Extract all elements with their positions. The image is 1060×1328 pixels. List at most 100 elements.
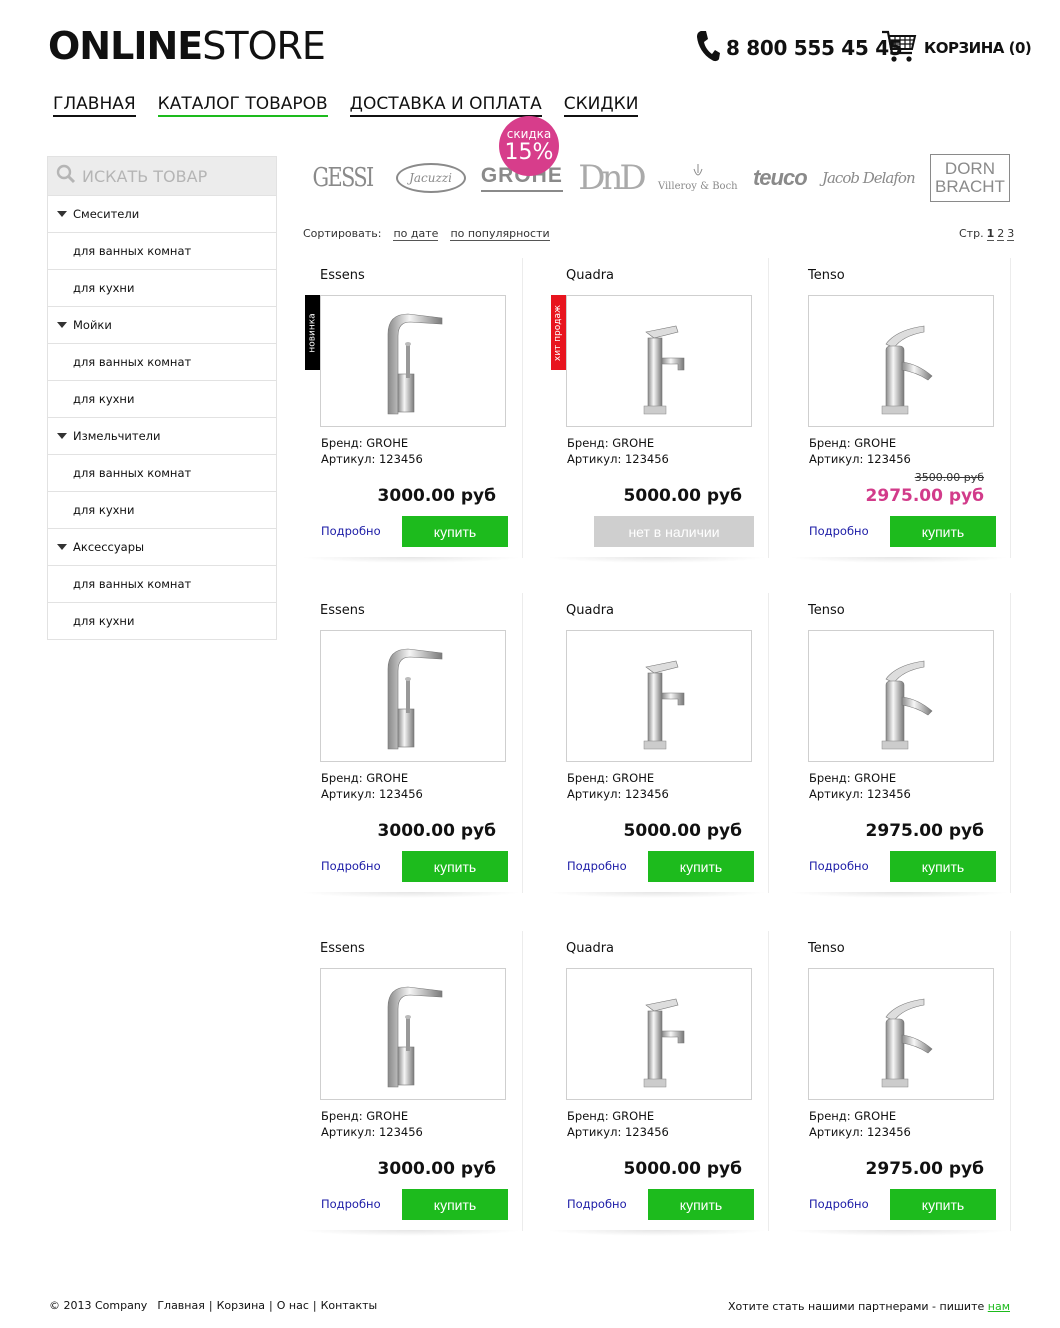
- category-grinders[interactable]: Измельчители: [48, 417, 276, 454]
- brand-logo-dnd[interactable]: DnD: [578, 158, 646, 198]
- brand-logo-teuco[interactable]: teuco: [753, 165, 808, 191]
- faucet-image: [387, 313, 443, 414]
- pagination: Стр. 1 2 3: [959, 227, 1015, 241]
- product-name[interactable]: Tenso: [808, 268, 845, 283]
- product-details-link[interactable]: Подробно: [809, 859, 869, 873]
- product-image[interactable]: [566, 968, 752, 1100]
- subcategory-item[interactable]: для ванных комнат: [48, 232, 276, 269]
- product-image[interactable]: [808, 630, 994, 762]
- product-card: Quadra хит продаж Бренд: GROHE Артикул: 123…: [546, 258, 769, 563]
- product-card: Tenso Бренд: GROHE Артикул: 123456 2975.00 …: [788, 593, 1011, 898]
- product-image[interactable]: [566, 630, 752, 762]
- product-article: Артикул: 123456: [567, 787, 669, 801]
- product-brand: Бренд: GROHE: [567, 771, 655, 785]
- page-link-1[interactable]: 1: [986, 227, 995, 241]
- buy-button[interactable]: купить: [402, 516, 508, 547]
- product-details-link[interactable]: Подробно: [321, 524, 381, 538]
- page-link-2[interactable]: 2: [997, 227, 1005, 241]
- card-divider: [768, 258, 769, 558]
- buy-button[interactable]: купить: [402, 1189, 508, 1220]
- buy-button[interactable]: купить: [890, 851, 996, 882]
- faucet-image: [881, 998, 933, 1087]
- product-image[interactable]: [320, 295, 506, 427]
- cart-button[interactable]: КОРЗИНА (0): [880, 27, 1032, 69]
- nav-item-delivery[interactable]: ДОСТАВКА И ОПЛАТА: [349, 94, 542, 117]
- search-input[interactable]: ИСКАТЬ ТОВАР: [48, 156, 276, 195]
- partner-link[interactable]: нам: [988, 1300, 1010, 1313]
- brand-logo-jacuzzi[interactable]: Jacuzzi: [395, 162, 466, 193]
- footer-link-home[interactable]: Главная: [157, 1299, 205, 1312]
- brand-logo-jacob-delafon[interactable]: Jacob Delafon: [822, 169, 916, 187]
- product-details-link[interactable]: Подробно: [321, 859, 381, 873]
- brand-logo-dornbracht[interactable]: DORN BRACHT: [929, 153, 1010, 202]
- nav-item-catalog[interactable]: КАТАЛОГ ТОВАРОВ: [157, 94, 328, 117]
- product-price: 3000.00 руб: [377, 821, 496, 841]
- product-details-link[interactable]: Подробно: [567, 859, 627, 873]
- product-meta: Бренд: GROHE Артикул: 123456: [321, 770, 423, 802]
- sort-by-popularity-link[interactable]: по популярности: [450, 227, 550, 241]
- subcategory-item[interactable]: для кухни: [48, 269, 276, 306]
- subcategory-item[interactable]: для кухни: [48, 380, 276, 417]
- category-accessories[interactable]: Аксессуары: [48, 528, 276, 565]
- product-name[interactable]: Essens: [320, 941, 365, 956]
- footer-link-cart[interactable]: Корзина: [217, 1299, 265, 1312]
- sort-by-date-link[interactable]: по дате: [393, 227, 439, 241]
- card-divider: [1010, 593, 1011, 893]
- cart-icon: [880, 27, 918, 69]
- buy-button[interactable]: купить: [890, 1189, 996, 1220]
- footer-link-contacts[interactable]: Контакты: [321, 1299, 378, 1312]
- product-details-link[interactable]: Подробно: [567, 1197, 627, 1211]
- product-image[interactable]: [320, 968, 506, 1100]
- category-label: Аксессуары: [73, 540, 145, 554]
- subcategory-item[interactable]: для кухни: [48, 602, 276, 639]
- pagination-label: Стр.: [959, 227, 984, 240]
- product-meta: Бренд: GROHE Артикул: 123456: [567, 1108, 669, 1140]
- buy-button[interactable]: купить: [648, 851, 754, 882]
- phone-number: 8 800 555 45 45: [726, 36, 903, 60]
- product-card: Essens Бренд: GROHE Артикул: 123456 3000.00…: [300, 931, 523, 1236]
- product-article: Артикул: 123456: [321, 1125, 423, 1139]
- product-details-link[interactable]: Подробно: [809, 1197, 869, 1211]
- nav-item-discounts[interactable]: СКИДКИ: [563, 94, 639, 117]
- product-name[interactable]: Tenso: [808, 603, 845, 618]
- category-label: Измельчители: [73, 429, 161, 443]
- buy-button[interactable]: купить: [402, 851, 508, 882]
- buy-button[interactable]: купить: [648, 1189, 754, 1220]
- discount-badge: скидка 15%: [499, 116, 559, 176]
- product-card: Essens новинка Бренд: GROHE Артикул: 123456…: [300, 258, 523, 563]
- product-name[interactable]: Essens: [320, 603, 365, 618]
- brand-logo-villeroy-boch[interactable]: Villeroy & Boch: [658, 163, 738, 192]
- buy-button[interactable]: купить: [890, 516, 996, 547]
- product-image[interactable]: [320, 630, 506, 762]
- product-article: Артикул: 123456: [321, 452, 423, 466]
- subcategory-item[interactable]: для кухни: [48, 491, 276, 528]
- subcategory-item[interactable]: для ванных комнат: [48, 343, 276, 380]
- product-image[interactable]: [808, 968, 994, 1100]
- copyright: © 2013 Company: [49, 1299, 148, 1312]
- brand-logo-gessi[interactable]: GESSI: [313, 163, 375, 193]
- product-details-link[interactable]: Подробно: [321, 1197, 381, 1211]
- product-name[interactable]: Quadra: [566, 603, 614, 618]
- product-image[interactable]: [566, 295, 752, 427]
- product-price: 2975.00 руб: [865, 1159, 984, 1179]
- product-details-link[interactable]: Подробно: [809, 524, 869, 538]
- product-brand: Бренд: GROHE: [809, 1109, 897, 1123]
- site-logo[interactable]: ONLINESTORE: [48, 24, 326, 68]
- product-price: 5000.00 руб: [623, 821, 742, 841]
- footer-links: Главная | Корзина | О нас | Контакты: [157, 1299, 378, 1312]
- product-image[interactable]: [808, 295, 994, 427]
- product-name[interactable]: Essens: [320, 268, 365, 283]
- subcategory-item[interactable]: для ванных комнат: [48, 454, 276, 491]
- card-divider: [768, 931, 769, 1231]
- page-link-3[interactable]: 3: [1007, 227, 1015, 241]
- product-name[interactable]: Quadra: [566, 268, 614, 283]
- product-name[interactable]: Quadra: [566, 941, 614, 956]
- category-mixers[interactable]: Смесители: [48, 195, 276, 232]
- category-sinks[interactable]: Мойки: [48, 306, 276, 343]
- main-nav: ГЛАВНАЯ КАТАЛОГ ТОВАРОВ ДОСТАВКА И ОПЛАТ…: [53, 94, 639, 117]
- footer-link-about[interactable]: О нас: [277, 1299, 309, 1312]
- product-brand: Бренд: GROHE: [321, 771, 409, 785]
- subcategory-item[interactable]: для ванных комнат: [48, 565, 276, 602]
- product-name[interactable]: Tenso: [808, 941, 845, 956]
- nav-item-home[interactable]: ГЛАВНАЯ: [53, 94, 136, 117]
